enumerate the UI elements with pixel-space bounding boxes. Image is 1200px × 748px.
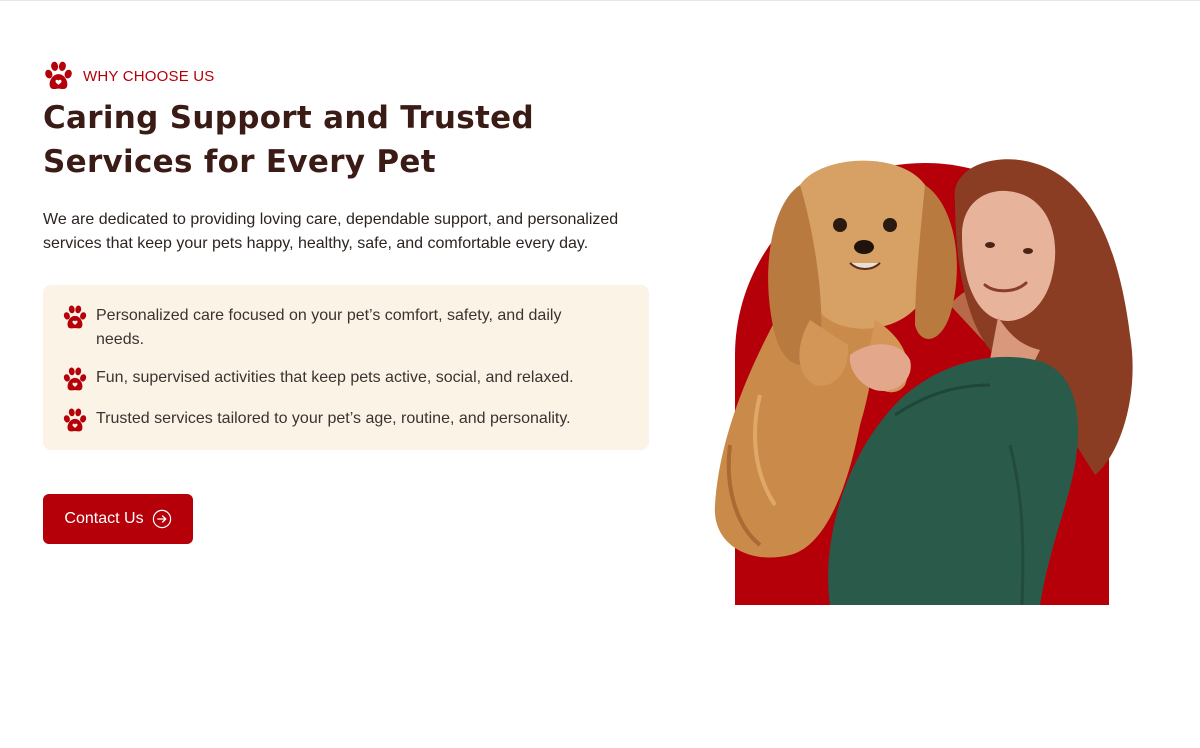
why-choose-us-section: WHY CHOOSE US Caring Support and Trusted… bbox=[43, 60, 649, 450]
eyebrow: WHY CHOOSE US bbox=[43, 60, 649, 92]
feature-item: Fun, supervised activities that keep pet… bbox=[62, 366, 629, 393]
feature-item: Personalized care focused on your pet’s … bbox=[62, 304, 629, 352]
contact-us-label: Contact Us bbox=[64, 510, 144, 527]
hero-image-woman-holding-dog bbox=[714, 159, 1133, 605]
contact-us-button[interactable]: Contact Us bbox=[43, 494, 193, 544]
feature-text: Trusted services tailored to your pet’s … bbox=[96, 410, 571, 427]
section-title: Caring Support and Trusted Services for … bbox=[43, 100, 534, 180]
paw-icon bbox=[63, 367, 87, 391]
paw-icon bbox=[63, 408, 87, 432]
paw-icon bbox=[63, 305, 87, 329]
paw-icon bbox=[45, 61, 72, 89]
feature-text: Fun, supervised activities that keep pet… bbox=[96, 369, 574, 386]
section-description: We are dedicated to providing loving car… bbox=[43, 211, 619, 252]
eyebrow-label: WHY CHOOSE US bbox=[83, 67, 215, 85]
feature-text: Personalized care focused on your pet’s … bbox=[96, 307, 562, 348]
feature-item: Trusted services tailored to your pet’s … bbox=[62, 407, 629, 434]
header-divider bbox=[0, 0, 1200, 1]
arrow-right-circle-icon bbox=[152, 509, 171, 529]
features-panel: Personalized care focused on your pet’s … bbox=[43, 285, 649, 450]
